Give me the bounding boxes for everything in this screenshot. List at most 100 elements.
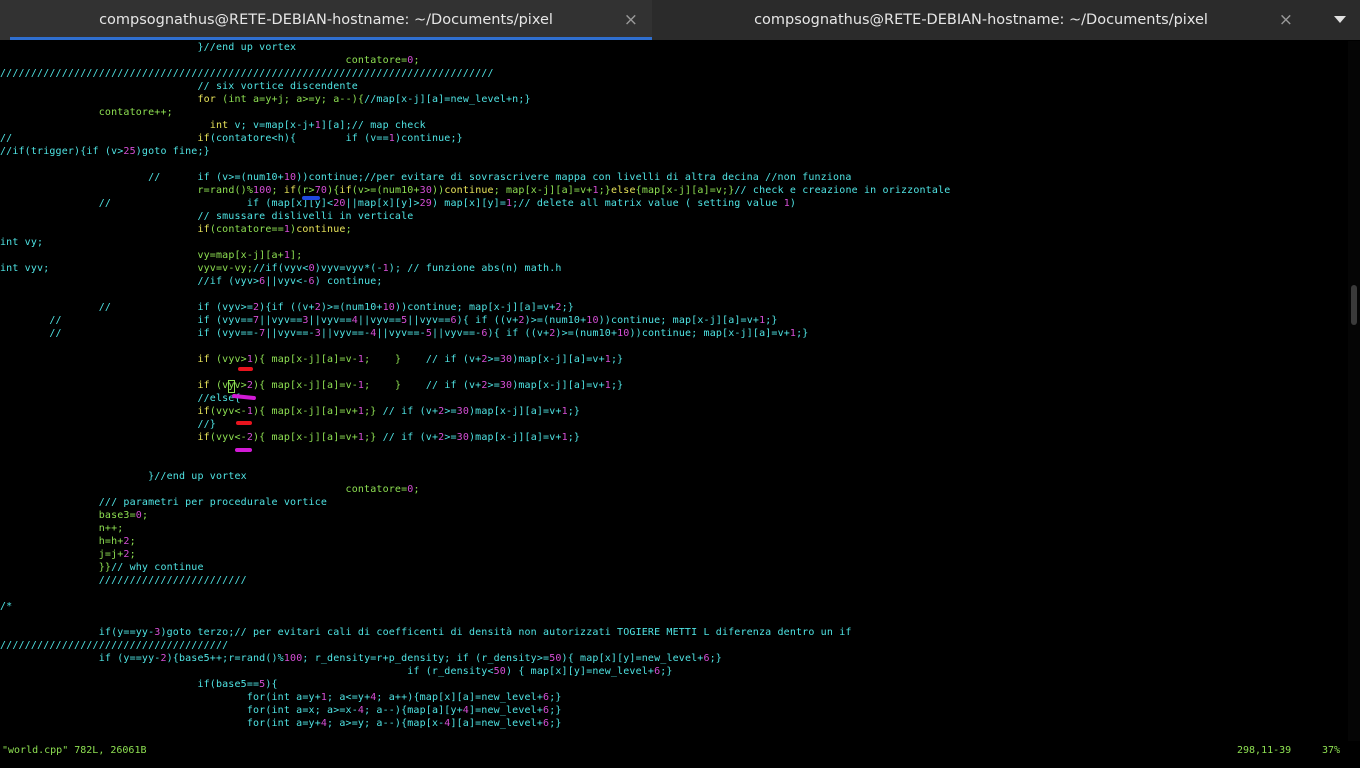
- code-token: else: [610, 185, 636, 196]
- code-token: ||vyv==: [308, 315, 352, 326]
- code-token: // if (vyv==-: [0, 328, 260, 339]
- code-token: n++;: [0, 523, 124, 534]
- code-token: 25: [123, 146, 136, 157]
- code-token: ) continue;: [314, 276, 383, 287]
- code-line: if(vyv<-2){ map[x-j][a]=v+1;} // if (v+2…: [0, 431, 580, 444]
- code-line: // six vortice discendente: [0, 80, 358, 93]
- code-token: ){if ((v+: [259, 302, 315, 313]
- tab-title: compsognathus@RETE-DEBIAN-hostname: ~/Do…: [99, 12, 553, 28]
- close-icon[interactable]: ×: [1279, 0, 1293, 40]
- code-token: ); // funzione abs(n) math.h: [388, 263, 562, 274]
- code-token: ;}: [364, 406, 383, 417]
- code-token: ; a++){map[x][a]=new_level+: [376, 692, 544, 703]
- code-token: contatore++;: [98, 107, 173, 118]
- code-token: ){ map[x-j][a]=v+: [253, 406, 358, 417]
- code-token: //if(vyv<: [253, 263, 309, 274]
- code-token: // if (v>=(num10+: [0, 172, 284, 183]
- scrollbar-thumb[interactable]: [1351, 285, 1357, 325]
- code-token: ;}: [549, 718, 562, 729]
- code-token: ;: [141, 510, 149, 521]
- code-line: /*: [0, 600, 12, 613]
- code-token: 29: [419, 198, 432, 209]
- code-token: )map[x-j][a]=v+: [469, 406, 562, 417]
- status-cursor-position: 298,11-39: [1237, 745, 1292, 756]
- code-token: ){base5++;r=rand()%: [166, 653, 284, 664]
- code-token: )>=(num10+: [524, 315, 587, 326]
- code-token: ;}: [598, 185, 611, 196]
- code-token: h=h+: [0, 536, 124, 547]
- code-token: v; v=map[x-j+: [228, 120, 315, 131]
- code-token: if: [339, 185, 352, 196]
- code-token: (r>: [296, 185, 315, 196]
- code-token: // if (v+: [382, 406, 439, 417]
- code-token: ;: [413, 55, 420, 66]
- code-line: if(base5==5){: [0, 678, 278, 691]
- code-line: if (r_density<50) { map[x][y]=new_level+…: [0, 665, 673, 678]
- code-line: // if (vyv==7||vyv==3||vyv==4||vyv==5||v…: [0, 314, 778, 327]
- code-line: for(int a=y+4; a>=y; a--){map[x-4][a]=ne…: [0, 717, 562, 730]
- code-token: )goto terzo;// per evitari cali di coeff…: [160, 627, 852, 638]
- code-token: ))continue; map[x-j][a]=v+: [394, 302, 556, 313]
- code-token: ;}: [364, 432, 383, 443]
- code-token: 30: [499, 354, 513, 365]
- code-line: int vy;: [0, 236, 43, 249]
- code-token: 50: [493, 666, 506, 677]
- code-token: )map[x-j][a]=v+: [512, 380, 605, 391]
- code-token: ){: [327, 185, 340, 196]
- code-token: ; }: [364, 354, 426, 365]
- code-line: for (int a=y+j; a>=y; a--){//map[x-j][a]…: [0, 93, 531, 106]
- code-token: ;: [271, 185, 284, 196]
- code-line: ////////////////////////////////////////…: [0, 67, 494, 80]
- code-token: )goto fine;}: [135, 146, 210, 157]
- code-token: ;}: [765, 315, 778, 326]
- code-line: }}// why continue: [0, 561, 204, 574]
- chevron-down-icon[interactable]: [1334, 16, 1346, 23]
- code-token: ): [789, 198, 797, 209]
- code-line: }//end up vortex: [0, 470, 247, 483]
- tab-inactive[interactable]: compsognathus@RETE-DEBIAN-hostname: ~/Do…: [655, 0, 1307, 40]
- status-file-info: "world.cpp" 782L, 26061B: [2, 745, 147, 756]
- code-token: ){ map[x][y]=new_level+: [561, 653, 704, 664]
- code-token: ;}: [567, 432, 581, 443]
- code-token: ]=new_level+: [468, 705, 544, 716]
- scrollbar[interactable]: [1348, 41, 1360, 741]
- code-line: /// parametri per procedurale vortice: [0, 496, 327, 509]
- code-token: 100: [253, 185, 272, 196]
- code-token: (vyv>: [209, 354, 247, 365]
- code-token: int: [228, 94, 247, 105]
- code-token: )continue;}: [394, 133, 463, 144]
- annotation-red-stroke: [238, 367, 253, 371]
- code-line: }//end up vortex: [0, 41, 296, 54]
- status-scroll-percent: 37%: [1322, 745, 1341, 756]
- code-token: // check e creazione in orizzontale: [734, 185, 951, 196]
- close-icon[interactable]: ×: [624, 0, 638, 40]
- code-token: ;}: [549, 705, 562, 716]
- code-token: continue: [444, 185, 494, 196]
- code-token: j=j+: [0, 549, 124, 560]
- code-token: ){ map[x-j][a]=v-: [253, 354, 358, 365]
- vim-editor-buffer[interactable]: }//end up vortex contatore=0;///////////…: [0, 41, 1348, 741]
- code-line: j=j+2;: [0, 548, 136, 561]
- code-token: //map[x-j][a]=new_level+n;}: [364, 94, 531, 105]
- code-token: (vyv<-: [209, 432, 247, 443]
- code-line: int vyv; vyv=v-vy;//if(vyv<0)vyv=vyv*(-1…: [0, 262, 562, 275]
- tab-active[interactable]: compsognathus@RETE-DEBIAN-hostname: ~/Do…: [0, 0, 652, 40]
- code-token: a=y+j; a>=y; a--){: [246, 94, 365, 105]
- code-token: 10: [382, 302, 395, 313]
- code-token: }}: [0, 562, 112, 573]
- code-line: n++;: [0, 522, 124, 535]
- tab-title: compsognathus@RETE-DEBIAN-hostname: ~/Do…: [754, 12, 1208, 28]
- code-token: ){ map[x-j][a]=v-: [253, 380, 358, 391]
- code-line: contatore=0;: [0, 54, 420, 67]
- code-token: ;}: [549, 692, 562, 703]
- code-line: vy=map[x-j][a+1];: [0, 249, 302, 262]
- code-token: ; r_density=r+p_density; if (r_density>=: [302, 653, 550, 664]
- code-line: // if(contatore<h){ if (v==1)continue;}: [0, 132, 463, 145]
- code-token: /*: [0, 601, 13, 612]
